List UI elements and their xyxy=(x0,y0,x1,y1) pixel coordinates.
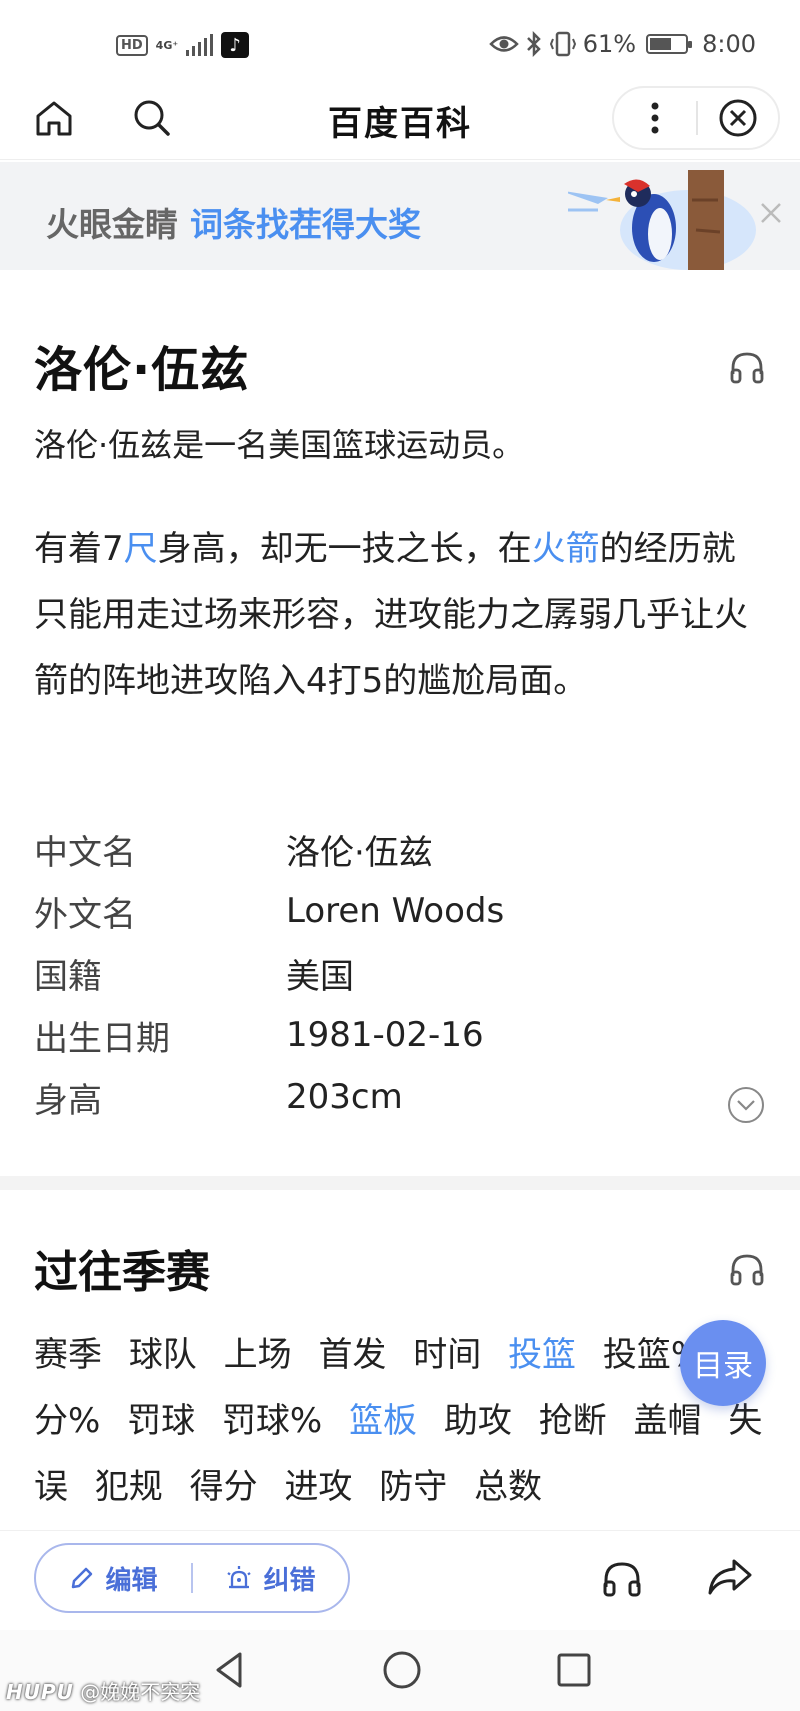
battery-icon xyxy=(646,34,693,54)
section-divider xyxy=(0,1176,800,1190)
entry-title: 洛伦·伍兹 xyxy=(34,342,250,398)
desc-text-1: 有着7 xyxy=(34,529,124,569)
entry-summary: 洛伦·伍兹是一名美国篮球运动员。 xyxy=(34,426,525,464)
edit-button[interactable]: 编辑 xyxy=(36,1545,191,1611)
stats-field: 赛季 xyxy=(34,1335,102,1375)
stats-field: 罚球 xyxy=(127,1401,196,1441)
hd-badge: HD xyxy=(116,34,148,56)
stats-field: 防守 xyxy=(379,1467,448,1507)
bottom-toolbar: 编辑 纠错 xyxy=(0,1530,800,1630)
listen-headphones-icon[interactable] xyxy=(600,1557,644,1601)
stats-field: 总数 xyxy=(474,1467,543,1507)
toc-button[interactable]: 目录 xyxy=(680,1320,766,1406)
status-right: 61% 8:00 xyxy=(488,30,756,58)
infobox-label: 国籍 xyxy=(34,956,102,997)
network-type: 4G⁺ xyxy=(155,38,179,52)
eye-icon xyxy=(488,36,519,52)
edit-pill: 编辑 纠错 xyxy=(34,1543,350,1613)
entry-description: 有着7尺身高，却无一技之长，在火箭的经历就只能用走过场来形容，进攻能力之孱弱几乎… xyxy=(34,516,764,714)
stats-field: 盖帽 xyxy=(633,1401,702,1441)
promo-banner[interactable]: 火眼金睛 词条找茬得大奖 xyxy=(0,162,800,270)
infobox-row: 外文名 Loren Woods xyxy=(34,880,764,942)
vibrate-icon xyxy=(549,31,576,57)
banner-text: 火眼金睛 词条找茬得大奖 xyxy=(46,198,421,246)
watermark-brand: HUPU xyxy=(6,1680,74,1704)
infobox-value: 203cm xyxy=(286,1077,403,1117)
stats-field: 助攻 xyxy=(443,1401,512,1441)
stats-field: 上场 xyxy=(223,1335,292,1375)
expand-chevron-icon[interactable] xyxy=(726,1085,766,1125)
stats-field: 犯规 xyxy=(94,1467,163,1507)
infobox-label: 身高 xyxy=(34,1080,102,1121)
stats-field-list: 赛季 球队 上场 首发 时间 投篮 投篮% 3分% 罚球 罚球% 篮板 助攻 抢… xyxy=(34,1322,774,1520)
share-icon[interactable] xyxy=(706,1555,754,1599)
tiktok-notification-icon: ♪ xyxy=(221,32,250,58)
headphones-icon[interactable] xyxy=(728,348,766,386)
correction-label: 纠错 xyxy=(263,1565,316,1596)
status-bar: HD 4G⁺ ♪ 61% 8:00 xyxy=(0,0,800,88)
infobox-value: 美国 xyxy=(286,956,354,997)
system-navigation-bar: HUPU @娩娩不突突 xyxy=(0,1630,800,1711)
stats-field: 进攻 xyxy=(284,1467,353,1507)
infobox-row: 身高 203cm xyxy=(34,1066,764,1128)
section-title: 过往季赛 xyxy=(34,1247,210,1298)
woodpecker-illustration xyxy=(568,170,756,270)
watermark-user: @娩娩不突突 xyxy=(80,1680,201,1704)
home-circle-icon[interactable] xyxy=(380,1648,424,1692)
back-triangle-icon[interactable] xyxy=(208,1648,252,1692)
close-circle-icon xyxy=(719,99,757,137)
close-button[interactable] xyxy=(698,88,778,148)
headphones-icon[interactable] xyxy=(728,1250,766,1288)
battery-percent: 61% xyxy=(582,30,637,58)
edit-label: 编辑 xyxy=(105,1565,158,1596)
miniapp-capsule xyxy=(612,86,780,150)
link-rockets[interactable]: 火箭 xyxy=(532,529,600,569)
stats-field: 罚球% xyxy=(221,1401,323,1441)
stats-field: 时间 xyxy=(413,1335,482,1375)
infobox-row: 国籍 美国 xyxy=(34,942,764,1004)
infobox: 中文名 洛伦·伍兹 外文名 Loren Woods 国籍 美国 出生日期 1981-02… xyxy=(34,818,764,1128)
infobox-label: 外文名 xyxy=(34,894,136,935)
correction-button[interactable]: 纠错 xyxy=(193,1545,348,1611)
clock: 8:00 xyxy=(702,30,756,58)
stats-field: 首发 xyxy=(318,1335,387,1375)
banner-close-icon[interactable] xyxy=(756,198,786,228)
more-vertical-icon xyxy=(651,102,659,134)
recent-apps-square-icon[interactable] xyxy=(552,1648,596,1692)
infobox-label: 中文名 xyxy=(34,832,136,873)
app-header: 百度百科 xyxy=(0,80,800,160)
status-left: HD 4G⁺ ♪ xyxy=(116,32,250,58)
desc-text-2: 身高，却无一技之长，在 xyxy=(157,529,532,569)
stats-field-link[interactable]: 篮板 xyxy=(349,1401,417,1441)
bluetooth-icon xyxy=(526,31,541,57)
infobox-label: 出生日期 xyxy=(34,1018,170,1059)
link-chi[interactable]: 尺 xyxy=(124,529,158,569)
banner-text-gray: 火眼金睛 xyxy=(46,205,178,244)
watermark: HUPU @娩娩不突突 xyxy=(6,1676,200,1705)
infobox-value: Loren Woods xyxy=(286,891,505,931)
more-button[interactable] xyxy=(614,88,696,148)
infobox-row: 出生日期 1981-02-16 xyxy=(34,1004,764,1066)
stats-field: 球队 xyxy=(128,1335,197,1375)
stats-field-link[interactable]: 投篮 xyxy=(508,1335,576,1375)
stats-field: 抢断 xyxy=(538,1401,607,1441)
infobox-value: 洛伦·伍兹 xyxy=(286,832,433,873)
pencil-icon xyxy=(72,1567,93,1589)
infobox-value: 1981-02-16 xyxy=(286,1015,484,1055)
signal-icon xyxy=(186,34,214,56)
infobox-row: 中文名 洛伦·伍兹 xyxy=(34,818,764,880)
alarm-light-icon xyxy=(227,1566,252,1589)
banner-text-blue: 词条找茬得大奖 xyxy=(190,205,421,244)
stats-field: 得分 xyxy=(189,1467,258,1507)
